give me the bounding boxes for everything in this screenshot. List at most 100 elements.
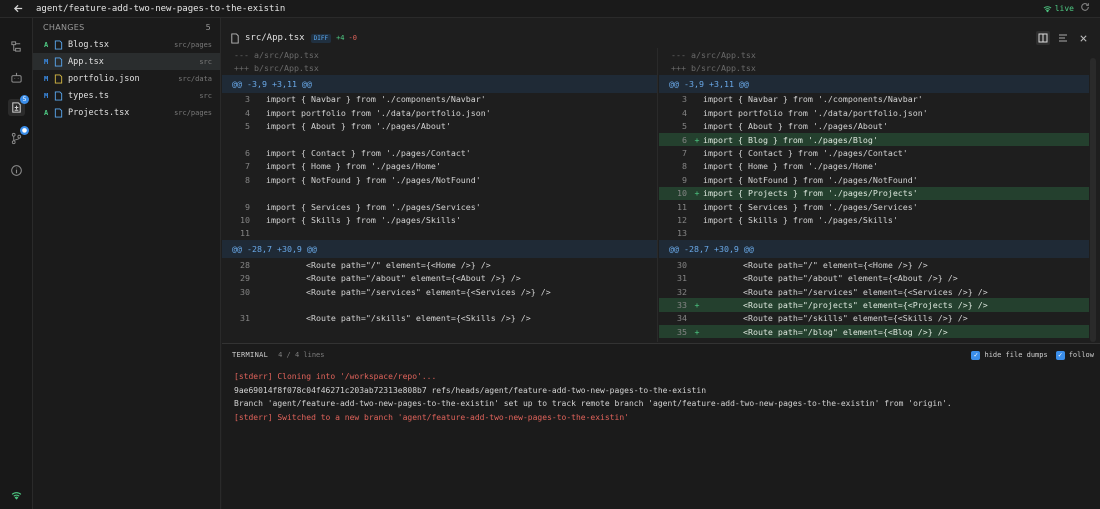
terminal-panel: TERMINAL 4 / 4 lines ✓ hide file dumps ✓…	[222, 343, 1100, 509]
diff-left-pane: --- a/src/App.tsx +++ b/src/App.tsx @@ -3,…	[222, 48, 658, 342]
git-badge: ●	[20, 126, 29, 135]
changed-file-item[interactable]: M App.tsx src	[33, 53, 220, 70]
code-text: <Route path="/skills" element={<Skills /…	[266, 313, 531, 324]
changed-file-item[interactable]: A Blog.tsx src/pages	[33, 36, 220, 53]
file-name: types.ts	[68, 90, 109, 101]
diff-scrollbar[interactable]	[1090, 58, 1096, 342]
bot-icon[interactable]	[8, 69, 25, 86]
file-status-badge: M	[44, 91, 49, 100]
code-text: import { Contact } from './pages/Contact…	[266, 148, 471, 159]
diff-line: 7 import { Contact } from './pages/Contac…	[659, 146, 1089, 159]
file-directory: src/pages	[174, 40, 212, 49]
refresh-icon[interactable]	[1080, 2, 1090, 15]
git-branch-icon[interactable]: ●	[8, 126, 29, 147]
hide-file-dumps-checkbox[interactable]: ✓ hide file dumps	[971, 350, 1048, 360]
line-number: 29	[240, 273, 250, 284]
line-number: 4	[245, 107, 250, 118]
hunk-range: @@ -28,7 +30,9 @@	[669, 244, 754, 255]
diff-line: 8 import { Home } from './pages/Home'	[659, 160, 1089, 173]
code-text: import { Contact } from './pages/Contact…	[703, 148, 908, 159]
changes-badge: 5	[20, 95, 29, 104]
terminal-header: TERMINAL 4 / 4 lines ✓ hide file dumps ✓…	[222, 344, 1100, 366]
code-text: <Route path="/" element={<Home />} />	[703, 259, 928, 270]
code-text: --- a/src/App.tsx	[671, 49, 756, 60]
line-number: 9	[682, 174, 687, 185]
unified-view-icon[interactable]	[1056, 31, 1070, 45]
diff-line: 11	[222, 227, 657, 240]
branch-title: agent/feature-add-two-new-pages-to-the-e…	[36, 3, 286, 14]
line-number: 6	[245, 148, 250, 159]
code-text: import { Navbar } from './components/Nav…	[266, 94, 486, 105]
terminal-line: [stderr] Switched to a new branch 'agent…	[234, 412, 629, 422]
diff-line: 3 import { Navbar } from './components/Na…	[659, 93, 1089, 106]
file-directory: src	[199, 57, 212, 66]
diff-line: 31 <Route path="/about" element={<About …	[659, 271, 1089, 284]
diff-line: 28 <Route path="/" element={<Home />} />	[222, 258, 657, 271]
terminal-title: TERMINAL	[232, 351, 269, 359]
changed-file-item[interactable]: Mportfolio.json src/data	[33, 70, 220, 87]
diff-file-path: src/App.tsx	[245, 33, 305, 43]
checkbox-check-icon: ✓	[1055, 350, 1065, 360]
hunk-header: @@ -3,9 +3,11 @@	[222, 74, 657, 93]
line-number: 12	[677, 214, 687, 225]
change-marker: +	[694, 326, 700, 337]
code-text: <Route path="/services" element={<Servic…	[703, 286, 988, 297]
file-status-badge: A	[44, 108, 49, 117]
terminal-line: [stderr] Cloning into '/workspace/repo'.…	[234, 372, 437, 381]
back-arrow-icon[interactable]	[0, 3, 36, 14]
code-text: import { Navbar } from './components/Nav…	[703, 94, 923, 105]
diff-line: 9 import { NotFound } from './pages/NotFo…	[659, 173, 1089, 186]
activity-bar: 5 ●	[0, 18, 33, 509]
file-directory: src/pages	[174, 108, 212, 117]
close-icon[interactable]	[1076, 31, 1090, 45]
code-text: <Route path="/about" element={<About />}…	[266, 273, 521, 284]
diff-line: 35 + <Route path="/blog" element={<Blog /…	[659, 325, 1089, 339]
diff-tag: DIFF	[310, 33, 332, 43]
diff-line: 29 <Route path="/about" element={<About …	[222, 271, 657, 284]
diff-line: +++ b/src/App.tsx	[659, 61, 1089, 74]
wifi-icon	[1043, 5, 1052, 12]
diff-line: 30 <Route path="/services" element={<Ser…	[222, 285, 657, 298]
file-tree-icon[interactable]	[8, 38, 25, 55]
split-view-icon[interactable]	[1036, 31, 1050, 45]
diff-line: 32 <Route path="/services" element={<Ser…	[659, 285, 1089, 298]
top-bar: agent/feature-add-two-new-pages-to-the-e…	[0, 0, 1100, 18]
code-text: <Route path="/skills" element={<Skills /…	[703, 313, 968, 324]
line-number: 30	[677, 259, 687, 270]
changes-header: CHANGES 5	[33, 18, 220, 36]
code-text: <Route path="/blog" element={<Blog />} /…	[703, 326, 948, 337]
changed-file-item[interactable]: Mtypes.ts src	[33, 87, 220, 104]
code-text: import portfolio from './data/portfolio.…	[703, 107, 928, 118]
line-number: 9	[245, 201, 250, 212]
line-number: 13	[677, 228, 687, 239]
file-status-badge: A	[44, 40, 49, 49]
hunk-range: @@ -3,9 +3,11 @@	[232, 78, 312, 89]
file-name: Blog.tsx	[68, 39, 109, 50]
info-icon[interactable]	[8, 162, 25, 179]
diff-line: --- a/src/App.tsx	[659, 48, 1089, 61]
diff-line: +++ b/src/App.tsx	[222, 61, 657, 74]
line-number: 4	[682, 107, 687, 118]
code-text: import { Blog } from './pages/Blog'	[703, 134, 878, 145]
diff-line	[222, 133, 657, 146]
file-icon	[54, 56, 68, 67]
code-text: +++ b/src/App.tsx	[234, 63, 319, 74]
live-status: live	[1043, 4, 1074, 13]
line-number: 11	[677, 201, 687, 212]
code-text: import { Home } from './pages/Home'	[703, 161, 878, 172]
diff-line: 6 import { Contact } from './pages/Contac…	[222, 146, 657, 159]
diff-right-pane: --- a/src/App.tsx +++ b/src/App.tsx @@ -3,…	[659, 48, 1089, 342]
code-text: <Route path="/services" element={<Servic…	[266, 286, 551, 297]
line-number: 7	[682, 148, 687, 159]
follow-label: follow	[1068, 351, 1094, 359]
line-number: 7	[245, 161, 250, 172]
json-icon	[54, 73, 68, 84]
hunk-range: @@ -28,7 +30,9 @@	[232, 244, 317, 255]
line-number: 35	[677, 326, 687, 337]
diff-line	[222, 298, 657, 311]
changed-file-item[interactable]: A Projects.tsx src/pages	[33, 104, 220, 121]
follow-checkbox[interactable]: ✓ follow	[1055, 350, 1094, 360]
changes-icon[interactable]: 5	[8, 95, 29, 116]
line-number: 30	[240, 286, 250, 297]
code-text: --- a/src/App.tsx	[234, 49, 319, 60]
